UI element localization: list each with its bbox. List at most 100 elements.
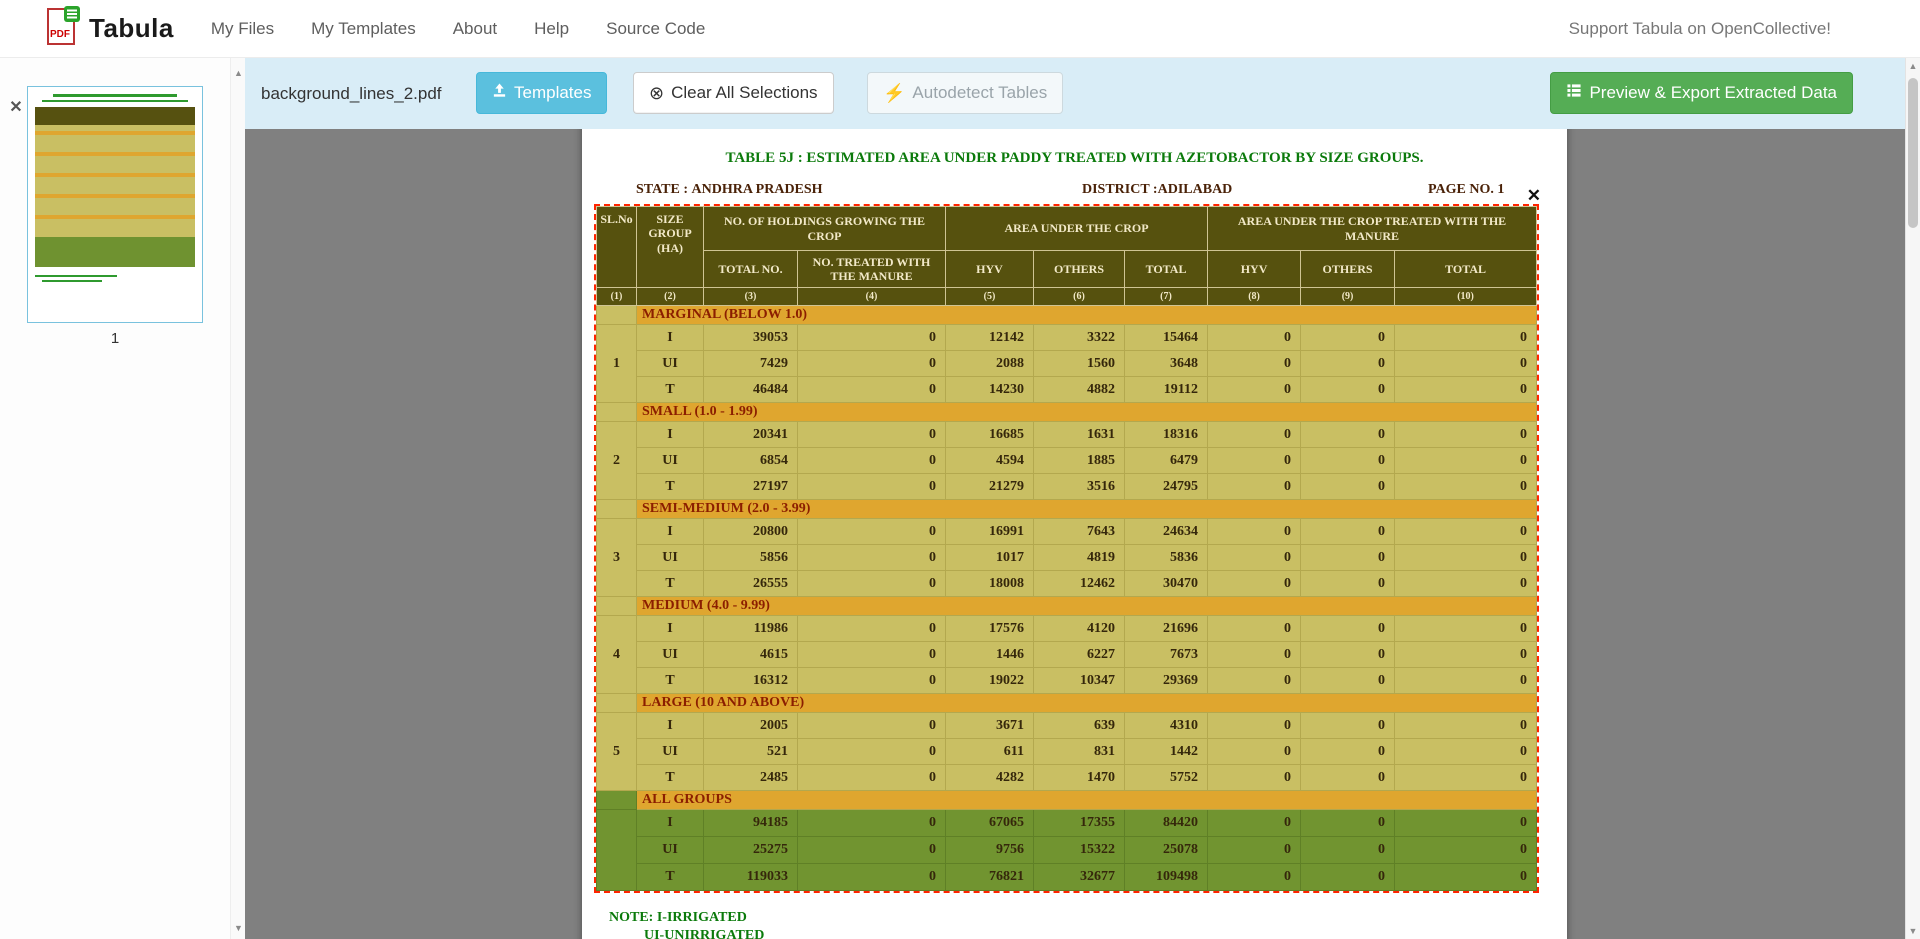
value-cell: 521 bbox=[704, 739, 798, 765]
thumb-band bbox=[35, 194, 195, 198]
value-cell: 0 bbox=[1301, 864, 1395, 891]
thumb-band bbox=[35, 215, 195, 219]
scroll-down-icon[interactable]: ▼ bbox=[231, 923, 246, 933]
col-number: (4) bbox=[798, 288, 946, 306]
pdf-table: SL.No SIZE GROUP (HA) NO. OF HOLDINGS GR… bbox=[596, 206, 1537, 891]
nav-link-my-files[interactable]: My Files bbox=[211, 19, 274, 39]
table-data-row: T163120190221034729369000 bbox=[597, 668, 1537, 694]
value-cell: 0 bbox=[1208, 642, 1301, 668]
page-no-label: PAGE NO. 1 bbox=[1428, 182, 1504, 198]
sl-no-spacer bbox=[597, 500, 637, 519]
nav-link-help[interactable]: Help bbox=[534, 19, 569, 39]
autodetect-tables-button[interactable]: ⚡ Autodetect Tables bbox=[867, 72, 1063, 114]
nav-link-source-code[interactable]: Source Code bbox=[606, 19, 705, 39]
value-cell: 1017 bbox=[946, 545, 1034, 571]
thumb-table bbox=[35, 107, 195, 267]
value-cell: 46484 bbox=[704, 377, 798, 403]
page-1-thumbnail[interactable] bbox=[27, 86, 203, 323]
value-cell: 0 bbox=[1208, 571, 1301, 597]
support-link[interactable]: Support Tabula on OpenCollective! bbox=[1569, 19, 1831, 39]
selection-close-icon[interactable]: ✕ bbox=[1527, 186, 1541, 206]
value-cell: 0 bbox=[1208, 545, 1301, 571]
tabula-logo-icon: PDF bbox=[44, 6, 80, 51]
remove-page-icon[interactable]: ✕ bbox=[6, 98, 26, 118]
value-cell: 0 bbox=[1208, 325, 1301, 351]
value-cell: 1885 bbox=[1034, 448, 1125, 474]
preview-export-button[interactable]: Preview & Export Extracted Data bbox=[1550, 72, 1853, 114]
value-cell: 4282 bbox=[946, 765, 1034, 791]
value-cell: 67065 bbox=[946, 810, 1034, 837]
value-cell: 24795 bbox=[1125, 474, 1208, 500]
sidebar-scrollbar[interactable]: ▲ ▼ bbox=[230, 58, 245, 939]
table-data-row: I941850670651735584420000 bbox=[597, 810, 1537, 837]
header-area-group: AREA UNDER THE CROP bbox=[946, 207, 1208, 251]
value-cell: 0 bbox=[1395, 474, 1537, 500]
value-cell: 25078 bbox=[1125, 837, 1208, 864]
row-type-cell: T bbox=[637, 668, 704, 694]
value-cell: 0 bbox=[1208, 422, 1301, 448]
scroll-up-icon[interactable]: ▲ bbox=[1906, 61, 1920, 71]
value-cell: 0 bbox=[1208, 616, 1301, 642]
value-cell: 0 bbox=[1395, 545, 1537, 571]
value-cell: 0 bbox=[1301, 713, 1395, 739]
value-cell: 0 bbox=[1208, 474, 1301, 500]
value-cell: 5752 bbox=[1125, 765, 1208, 791]
value-cell: 4882 bbox=[1034, 377, 1125, 403]
page-number-label: 1 bbox=[27, 330, 203, 347]
value-cell: 19112 bbox=[1125, 377, 1208, 403]
row-type-cell: UI bbox=[637, 739, 704, 765]
value-cell: 16312 bbox=[704, 668, 798, 694]
group-band-label: ALL GROUPS bbox=[637, 791, 1537, 810]
value-cell: 94185 bbox=[704, 810, 798, 837]
col-number: (10) bbox=[1395, 288, 1537, 306]
value-cell: 0 bbox=[1208, 519, 1301, 545]
value-cell: 0 bbox=[1301, 810, 1395, 837]
group-band-row: ALL GROUPS bbox=[597, 791, 1537, 810]
scroll-up-icon[interactable]: ▲ bbox=[231, 68, 246, 78]
group-band-row: MEDIUM (4.0 - 9.99) bbox=[597, 597, 1537, 616]
templates-button-label: Templates bbox=[514, 83, 591, 103]
clear-all-selections-button[interactable]: ⊗ Clear All Selections bbox=[633, 72, 834, 114]
templates-button[interactable]: Templates bbox=[476, 72, 607, 114]
nav-link-about[interactable]: About bbox=[453, 19, 497, 39]
value-cell: 0 bbox=[1301, 571, 1395, 597]
group-band-row: MARGINAL (BELOW 1.0) bbox=[597, 306, 1537, 325]
value-cell: 20800 bbox=[704, 519, 798, 545]
value-cell: 4310 bbox=[1125, 713, 1208, 739]
nav-link-my-templates[interactable]: My Templates bbox=[311, 19, 416, 39]
value-cell: 1560 bbox=[1034, 351, 1125, 377]
row-type-cell: T bbox=[637, 864, 704, 891]
table-list-icon bbox=[1566, 83, 1582, 103]
value-cell: 0 bbox=[798, 474, 946, 500]
value-cell: 0 bbox=[798, 642, 946, 668]
group-band-label: LARGE (10 AND ABOVE) bbox=[637, 694, 1537, 713]
thumb-band bbox=[35, 152, 195, 156]
value-cell: 7429 bbox=[704, 351, 798, 377]
value-cell: 0 bbox=[1395, 325, 1537, 351]
value-cell: 4120 bbox=[1034, 616, 1125, 642]
scrollbar-thumb[interactable] bbox=[1908, 78, 1918, 228]
value-cell: 0 bbox=[1301, 422, 1395, 448]
value-cell: 5856 bbox=[704, 545, 798, 571]
row-type-cell: T bbox=[637, 474, 704, 500]
tabula-brand[interactable]: PDF Tabula bbox=[44, 6, 174, 51]
value-cell: 0 bbox=[1208, 864, 1301, 891]
value-cell: 0 bbox=[1395, 351, 1537, 377]
value-cell: 4615 bbox=[704, 642, 798, 668]
row-type-cell: I bbox=[637, 422, 704, 448]
value-cell: 0 bbox=[798, 713, 946, 739]
thumb-band bbox=[35, 131, 195, 135]
thumb-note-line2 bbox=[42, 280, 102, 282]
table-data-row: 1I39053012142332215464000 bbox=[597, 325, 1537, 351]
nav-links: My Files My Templates About Help Source … bbox=[211, 19, 705, 39]
window-scrollbar[interactable]: ▲ ▼ bbox=[1905, 58, 1920, 939]
row-type-cell: T bbox=[637, 377, 704, 403]
scroll-down-icon[interactable]: ▼ bbox=[1906, 926, 1920, 936]
col-number: (2) bbox=[637, 288, 704, 306]
value-cell: 0 bbox=[1395, 616, 1537, 642]
value-cell: 0 bbox=[798, 325, 946, 351]
value-cell: 15464 bbox=[1125, 325, 1208, 351]
pdf-page[interactable]: TABLE 5J : ESTIMATED AREA UNDER PADDY TR… bbox=[582, 129, 1567, 939]
value-cell: 7673 bbox=[1125, 642, 1208, 668]
table-selection-box[interactable]: ✕ SL.No SIZE GROUP (HA) NO. OF HOLDINGS … bbox=[594, 204, 1539, 893]
